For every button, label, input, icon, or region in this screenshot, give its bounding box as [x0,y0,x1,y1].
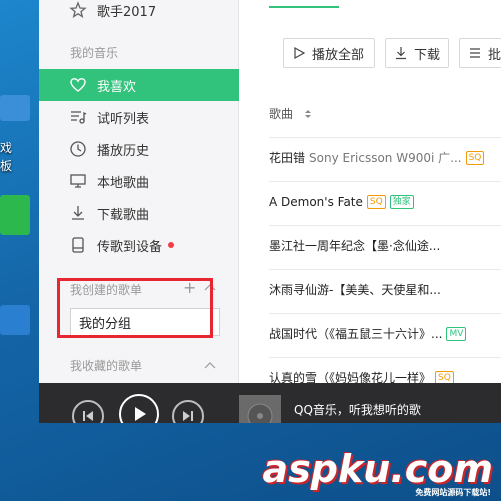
next-button[interactable] [172,400,204,423]
main-panel: 播放全部 下载 批 歌曲 花田错 Sony Ericsson W900i 广..… [239,0,501,385]
sidebar-item-singer[interactable]: 歌手2017 [39,0,239,26]
sq-badge: SQ [366,194,386,209]
sidebar-item-label: 播放历史 [97,143,150,159]
desktop-shortcut-icon[interactable] [0,305,30,335]
song-row[interactable]: 战国时代（《福五鼠三十六计》... MV [269,313,501,353]
sidebar-item-history[interactable]: 播放历史 [39,133,239,165]
batch-label: 批 [488,47,501,63]
watermark-logo: aspku.com [262,447,493,491]
playlist-icon [71,111,87,124]
previous-icon [83,411,93,421]
mv-badge: MV [446,326,467,341]
sidebar-item-label: 我喜欢 [97,79,137,95]
song-row[interactable]: 沐雨寻仙游-【美美、天使星和... [269,269,501,309]
annotation-highlight-box [57,278,213,338]
sidebar-item-favorites[interactable]: 我喜欢 [39,69,239,101]
tab-active-underline[interactable] [269,0,339,8]
song-row[interactable]: A Demon's Fate SQ 独家 [269,181,501,221]
play-all-label: 播放全部 [312,47,365,63]
play-icon [135,407,146,421]
play-icon [294,46,306,60]
sidebar-item-trial-list[interactable]: 试听列表 [39,101,239,133]
song-title: 花田错 [269,151,306,165]
heart-icon [70,78,86,92]
monitor-icon [70,174,86,188]
next-icon [183,411,193,421]
sort-icon [305,109,312,118]
download-button[interactable]: 下载 [385,38,449,68]
sq-badge: SQ [465,150,485,165]
album-cover[interactable] [239,395,281,423]
play-button[interactable] [119,394,159,423]
sidebar-item-label: 传歌到设备 [97,239,163,255]
disc-icon [247,403,273,423]
player-bar: QQ音乐，听我想听的歌 [39,383,501,423]
now-playing-title: QQ音乐，听我想听的歌 [294,403,421,417]
batch-button[interactable]: 批 [459,38,501,68]
star-icon [69,1,87,19]
my-music-heading: 我的音乐 [70,46,119,60]
previous-button[interactable] [72,400,104,423]
sidebar-item-label: 本地歌曲 [97,175,150,191]
batch-icon [470,48,480,58]
device-icon [72,237,84,253]
song-title: 墨江社一周年纪念【墨·念仙途... [269,239,441,253]
collapse-icon[interactable] [204,361,216,369]
desktop-shortcut-icon[interactable] [0,195,30,235]
song-title: A Demon's Fate [269,194,363,209]
play-all-button[interactable]: 播放全部 [283,38,375,68]
download-label: 下载 [414,47,441,63]
collected-playlists-heading: 我收藏的歌单 [70,359,143,373]
sidebar-item-local-songs[interactable]: 本地歌曲 [39,165,239,197]
sidebar-item-label: 试听列表 [97,111,150,127]
song-column-header[interactable]: 歌曲 [269,105,313,122]
song-title: 沐雨寻仙游-【美美、天使星和... [269,283,441,297]
song-title: 战国时代（《福五鼠三十六计》... [269,327,443,341]
sidebar-item-label: 歌手2017 [97,4,157,20]
qq-music-window: 歌手2017 我的音乐 我喜欢 试听列表 播放历史 本地歌曲 下载歌曲 传歌到设… [39,0,501,423]
sidebar: 歌手2017 我的音乐 我喜欢 试听列表 播放历史 本地歌曲 下载歌曲 传歌到设… [39,0,239,383]
clock-icon [70,141,86,157]
download-icon [396,47,406,60]
sidebar-item-label: 下载歌曲 [97,207,150,223]
desktop-label: 板 [0,159,13,173]
exclusive-badge: 独家 [389,194,414,209]
watermark-subtitle: 免费网站源码下载站! [415,488,491,497]
notification-dot [168,242,175,248]
sidebar-item-transfer-device[interactable]: 传歌到设备 [39,229,239,261]
song-subtitle: Sony Ericsson W900i 广... [309,151,462,165]
download-icon [72,206,84,220]
desktop-label: 戏 [0,141,13,155]
desktop-shortcut-icon[interactable] [0,95,30,121]
sidebar-item-downloads[interactable]: 下载歌曲 [39,197,239,229]
song-column-label: 歌曲 [269,107,294,121]
song-row[interactable]: 花田错 Sony Ericsson W900i 广... SQ [269,137,501,177]
song-row[interactable]: 墨江社一周年纪念【墨·念仙途... [269,225,501,265]
